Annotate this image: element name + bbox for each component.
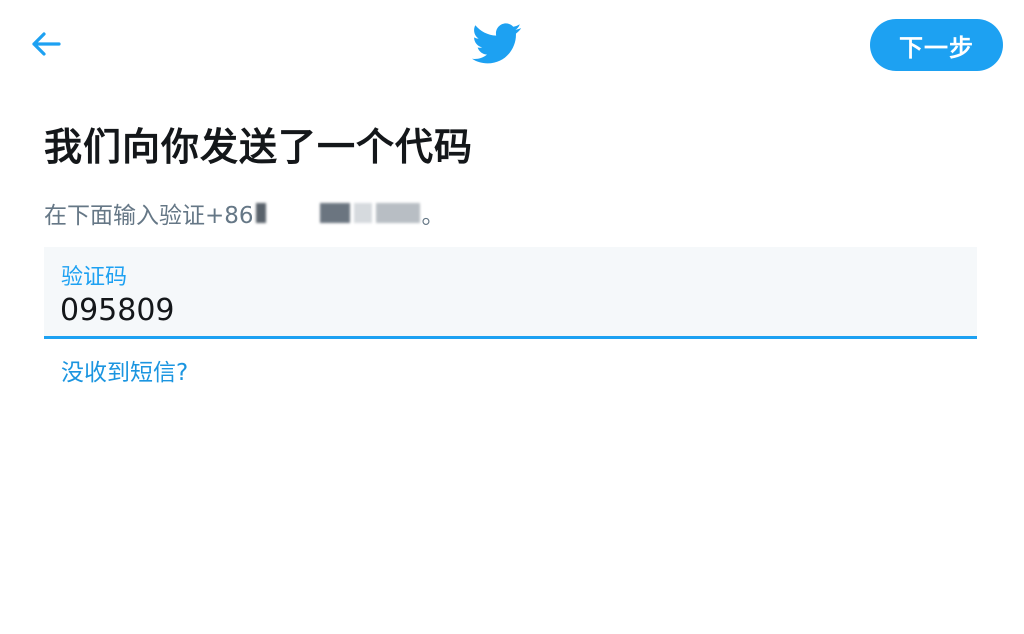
redacted-phone-segment bbox=[319, 203, 350, 223]
field-label: 验证码 bbox=[61, 265, 128, 290]
instruction-text: 在下面输入验证+86 。 bbox=[44, 196, 445, 230]
verification-page: 下一步 我们向你发送了一个代码 在下面输入验证+86 。 验证码 没收到短信? bbox=[0, 0, 1024, 634]
twitter-bird-icon bbox=[472, 22, 522, 66]
verification-code-field[interactable]: 验证码 bbox=[44, 247, 977, 339]
redacted-phone-segment bbox=[269, 203, 316, 223]
redacted-phone-segment bbox=[255, 203, 266, 223]
redacted-phone-segment bbox=[353, 203, 372, 223]
next-button[interactable]: 下一步 bbox=[870, 19, 1003, 71]
page-title: 我们向你发送了一个代码 bbox=[44, 125, 474, 169]
resend-sms-link[interactable]: 没收到短信? bbox=[61, 353, 188, 387]
redacted-phone-segment bbox=[375, 203, 420, 223]
arrow-left-icon bbox=[32, 32, 61, 56]
instruction-prefix: 在下面输入验证+86 bbox=[44, 203, 254, 229]
instruction-suffix: 。 bbox=[421, 203, 445, 229]
back-button[interactable] bbox=[24, 24, 68, 64]
verification-code-input[interactable] bbox=[60, 291, 940, 329]
